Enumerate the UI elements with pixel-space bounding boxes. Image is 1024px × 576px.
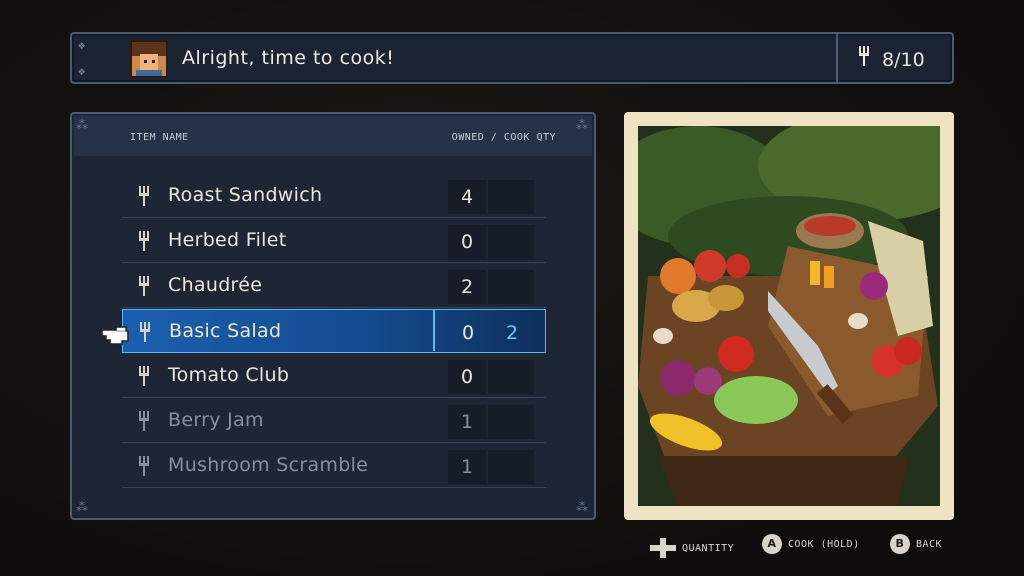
recipe-row[interactable]: Chaudrée 2: [122, 264, 546, 308]
recipe-row[interactable]: Mushroom Scramble 1: [122, 444, 546, 488]
recipe-row[interactable]: Tomato Club 0: [122, 354, 546, 398]
cook-qty[interactable]: [488, 450, 534, 484]
recipe-row[interactable]: Basic Salad 0 2: [122, 309, 546, 353]
recipe-illustration-card: [624, 112, 954, 520]
corner-ornament-icon: ❖: [78, 38, 86, 52]
cook-label: COOK (HOLD): [788, 539, 860, 550]
back-label: BACK: [916, 539, 943, 550]
dialogue-text: Alright, time to cook!: [182, 47, 395, 69]
recipe-list-panel: ITEM NAME OWNED / COOK QTY ⁂ ⁂ ⁂ ⁂ Roast…: [70, 112, 596, 520]
owned-count: 0: [448, 360, 486, 394]
recipe-name: Roast Sandwich: [168, 184, 323, 206]
list-header: ITEM NAME OWNED / COOK QTY: [74, 116, 592, 156]
character-portrait: [130, 40, 168, 78]
fork-icon: [138, 186, 150, 211]
fork-icon: [858, 46, 870, 71]
recipe-name: Mushroom Scramble: [168, 454, 369, 476]
dpad-icon: [650, 538, 676, 558]
fork-icon: [138, 276, 150, 301]
cook-qty[interactable]: [488, 225, 534, 259]
corner-ornament-icon: ⁂: [76, 118, 88, 132]
corner-ornament-icon: ⁂: [576, 500, 588, 514]
corner-ornament-icon: ⁂: [76, 500, 88, 514]
hand-pointer-icon: [100, 320, 130, 346]
quantity-hint[interactable]: QUANTITY: [650, 538, 734, 558]
cook-qty[interactable]: [488, 180, 534, 214]
recipe-name: Berry Jam: [168, 409, 264, 431]
fork-counter: 8/10: [858, 46, 925, 71]
cook-hint[interactable]: A COOK (HOLD): [762, 534, 860, 554]
recipe-row[interactable]: Berry Jam 1: [122, 399, 546, 443]
owned-count: 4: [448, 180, 486, 214]
quantity-label: QUANTITY: [682, 543, 735, 554]
recipe-row[interactable]: Herbed Filet 0: [122, 219, 546, 263]
qty-divider: [433, 310, 435, 351]
recipe-name: Herbed Filet: [168, 229, 287, 251]
dialogue-bar: ❖ ❖ Alright, time to cook! 8/10: [70, 32, 954, 84]
owned-count: 1: [448, 450, 486, 484]
owned-count: 0: [448, 225, 486, 259]
recipe-name: Tomato Club: [168, 364, 290, 386]
column-owned-qty: OWNED / COOK QTY: [451, 132, 556, 143]
fork-icon: [138, 366, 150, 391]
b-button-icon: B: [890, 534, 910, 554]
header-divider: [836, 34, 838, 82]
a-button-icon: A: [762, 534, 782, 554]
owned-count: 2: [448, 270, 486, 304]
fork-icon: [138, 456, 150, 481]
corner-ornament-icon: ❖: [78, 64, 86, 78]
fork-icon: [138, 231, 150, 256]
fork-icon: [138, 411, 150, 436]
cook-qty[interactable]: [488, 405, 534, 439]
fork-count-value: 8/10: [882, 49, 925, 71]
cook-qty[interactable]: [488, 270, 534, 304]
cook-qty[interactable]: [488, 360, 534, 394]
recipe-name: Basic Salad: [169, 320, 282, 342]
owned-count: 0: [461, 322, 475, 344]
recipe-illustration: [638, 126, 940, 506]
cook-qty[interactable]: 2: [489, 316, 535, 350]
recipe-row[interactable]: Roast Sandwich 4: [122, 174, 546, 218]
fork-icon: [139, 322, 151, 347]
back-hint[interactable]: B BACK: [890, 534, 942, 554]
column-item-name: ITEM NAME: [130, 132, 189, 143]
owned-count: 1: [448, 405, 486, 439]
recipe-name: Chaudrée: [168, 274, 263, 296]
corner-ornament-icon: ⁂: [576, 118, 588, 132]
